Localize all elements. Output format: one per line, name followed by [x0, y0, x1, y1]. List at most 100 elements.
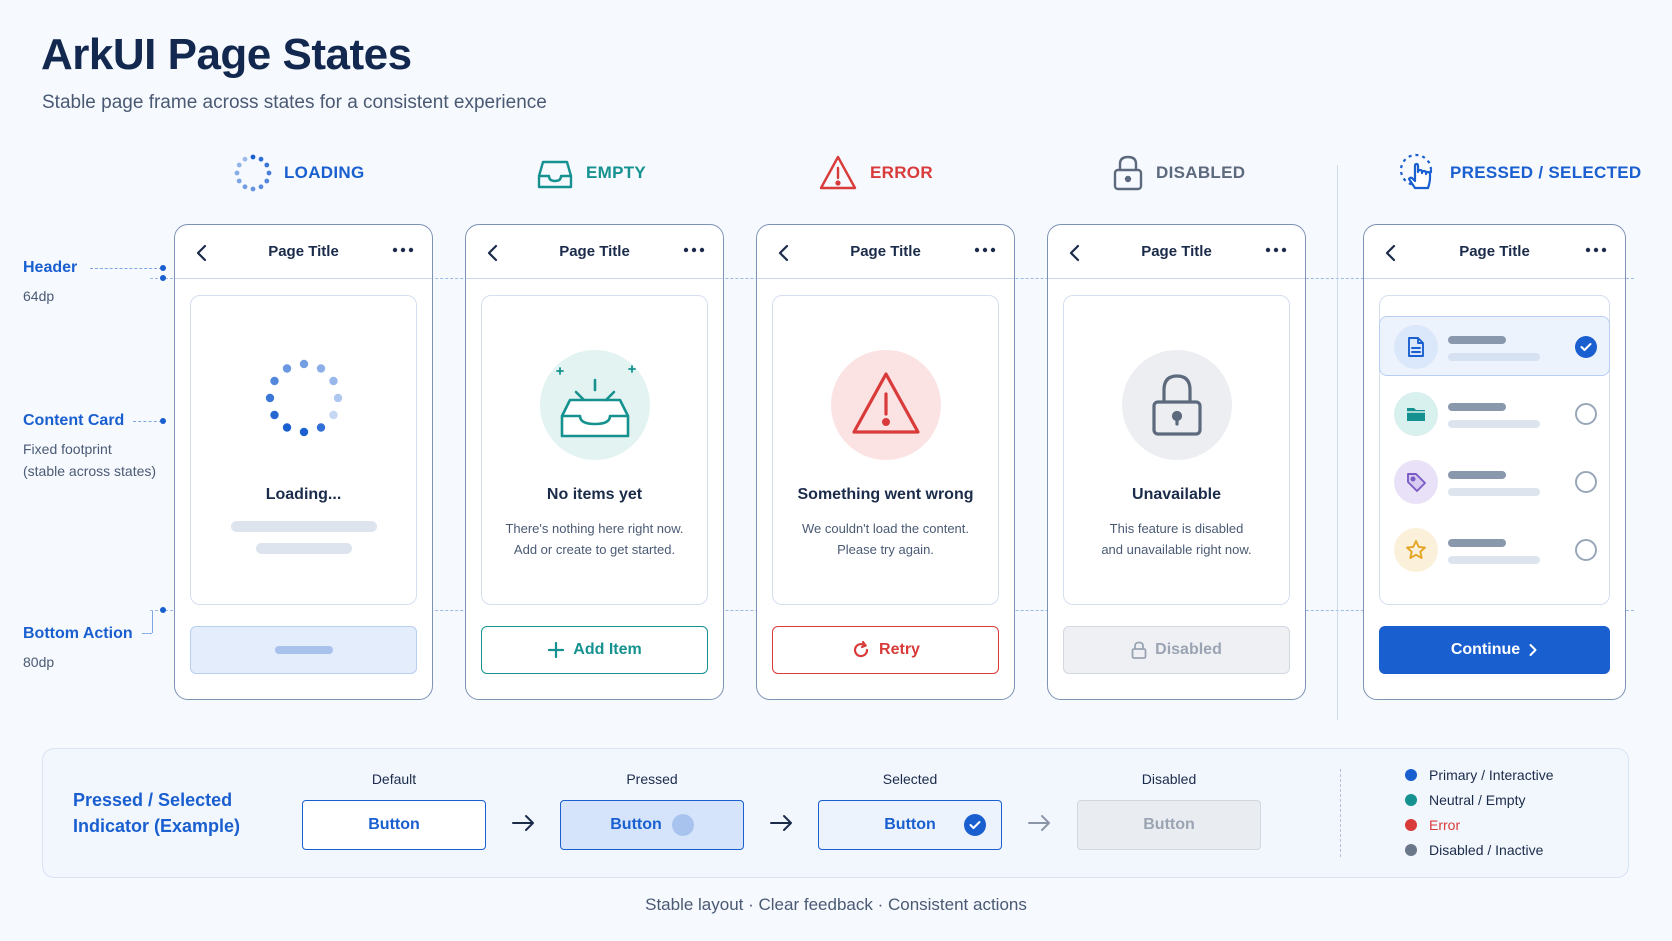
- more-options-icon[interactable]: [974, 244, 996, 256]
- button-default[interactable]: Button: [302, 800, 486, 850]
- legend-dot-primary: [1405, 769, 1417, 781]
- annotation-header-dot: [160, 265, 166, 271]
- press-ripple-icon: [671, 814, 694, 836]
- radio-unselected[interactable]: [1575, 403, 1597, 425]
- content-card: Something went wrong We couldn't load th…: [772, 295, 999, 605]
- lock-icon: [1113, 155, 1143, 191]
- selected-check-icon[interactable]: [1575, 336, 1597, 358]
- phone-disabled: Page Title Unavailable This feature is d…: [1047, 224, 1306, 700]
- button-pressed[interactable]: Button: [560, 800, 744, 850]
- more-options-icon[interactable]: [392, 244, 414, 256]
- selection-icon-badge: [1394, 460, 1438, 504]
- continue-button[interactable]: Continue: [1379, 626, 1610, 674]
- legend-item-neutral: Neutral / Empty: [1405, 792, 1525, 808]
- phone-header: Page Title: [1048, 225, 1305, 279]
- card-title: Loading...: [265, 486, 342, 503]
- arrow-right-icon: [1028, 815, 1050, 831]
- legend-item-primary: Primary / Interactive: [1405, 767, 1553, 783]
- card-message-line2: Please try again.: [837, 542, 934, 557]
- more-options-icon[interactable]: [1585, 244, 1607, 256]
- phone-header: Page Title: [175, 225, 432, 279]
- skeleton-title-line: [1448, 539, 1506, 547]
- annotation-bottom-dot: [160, 607, 166, 613]
- annotation-content-sub2: (stable across states): [23, 463, 157, 479]
- radio-unselected[interactable]: [1575, 471, 1597, 493]
- state-label-pressed-selected: PRESSED / SELECTED: [1450, 163, 1642, 182]
- annotation-header-label: Header: [23, 259, 78, 276]
- add-item-button[interactable]: Add Item: [481, 626, 708, 674]
- lock-icon: [1131, 641, 1147, 659]
- button-pressed-label: Button: [610, 816, 662, 833]
- radio-unselected[interactable]: [1575, 539, 1597, 561]
- card-title: Something went wrong: [797, 486, 974, 503]
- warning-triangle-icon: [819, 155, 857, 190]
- selection-item-star[interactable]: [1380, 520, 1609, 580]
- phone-header: Page Title: [466, 225, 723, 279]
- skeleton-title-line: [1448, 336, 1506, 344]
- disabled-label: Disabled: [1155, 641, 1222, 658]
- disabled-illustration: [1121, 350, 1232, 460]
- retry-label: Retry: [879, 641, 920, 658]
- indicator-panel: Pressed / Selected Indicator (Example) D…: [42, 748, 1629, 878]
- loading-spinner-icon: [234, 154, 272, 192]
- selection-list-card: [1379, 295, 1610, 605]
- annotation-header-sub: 64dp: [23, 288, 55, 304]
- selection-item-tag[interactable]: [1380, 452, 1609, 512]
- phone-header: Page Title: [757, 225, 1014, 279]
- skeleton-sub-line: [1448, 556, 1540, 564]
- loading-action-placeholder: [190, 626, 417, 674]
- selection-icon-badge: [1394, 528, 1438, 572]
- annotation-header-leader: [90, 268, 162, 269]
- skeleton-line-short: [255, 543, 352, 554]
- annotation-bottom-leader: [142, 633, 152, 634]
- card-message-line1: This feature is disabled: [1109, 521, 1244, 536]
- state-label-loading: LOADING: [284, 163, 365, 182]
- document-icon: [1408, 337, 1424, 357]
- refresh-icon: [854, 640, 869, 658]
- skeleton-title-line: [1448, 403, 1506, 411]
- selection-icon-badge: [1394, 392, 1438, 436]
- state-label-disabled: DISABLED: [1156, 163, 1246, 182]
- legend-label-error: Error: [1429, 817, 1461, 833]
- legend-item-error: Error: [1405, 817, 1460, 833]
- arrow-right-icon: [770, 815, 792, 831]
- skeleton-line: [230, 521, 377, 532]
- folder-icon: [1407, 408, 1425, 421]
- content-card: No items yet There's nothing here right …: [481, 295, 708, 605]
- card-title: No items yet: [546, 486, 643, 503]
- lock-icon: [1151, 374, 1202, 436]
- star-icon: [1406, 540, 1426, 559]
- tap-pointer-icon: [1399, 153, 1433, 190]
- annotation-content-dot: [160, 418, 166, 424]
- button-state-label-pressed: Pressed: [626, 771, 678, 787]
- button-selected[interactable]: Button: [818, 800, 1002, 850]
- card-message-line2: and unavailable right now.: [1101, 542, 1252, 557]
- card-title: Unavailable: [1132, 486, 1221, 503]
- more-options-icon[interactable]: [683, 244, 705, 256]
- error-illustration: [830, 350, 941, 460]
- state-header-pressed-selected: PRESSED / SELECTED: [1398, 152, 1642, 194]
- selection-item-document[interactable]: [1379, 316, 1610, 376]
- skeleton-sub-line: [1448, 353, 1540, 361]
- content-card: Loading...: [190, 295, 417, 605]
- phone-loading: Page Title Loading...: [174, 224, 433, 700]
- state-label-error: ERROR: [870, 163, 933, 182]
- annotation-content-leader: [133, 421, 162, 422]
- skeleton-title-line: [1448, 471, 1506, 479]
- annotation-bottom-label: Bottom Action: [23, 625, 133, 642]
- selection-item-folder[interactable]: [1380, 384, 1609, 444]
- card-message: We couldn't load the content. Please try…: [773, 518, 998, 560]
- annotation-bottom-sub: 80dp: [23, 654, 55, 670]
- skeleton-sub-line: [1448, 420, 1540, 428]
- legend-dot-neutral: [1405, 794, 1417, 806]
- legend-item-disabled: Disabled / Inactive: [1405, 842, 1543, 858]
- state-header-loading: LOADING: [234, 152, 364, 194]
- plus-icon: [548, 641, 565, 659]
- card-message-line2: Add or create to get started.: [513, 542, 676, 557]
- content-card: Unavailable This feature is disabled and…: [1063, 295, 1290, 605]
- retry-button[interactable]: Retry: [772, 626, 999, 674]
- legend-label-primary: Primary / Interactive: [1429, 767, 1554, 783]
- card-message-line1: We couldn't load the content.: [801, 521, 970, 536]
- column-divider: [1337, 165, 1338, 720]
- more-options-icon[interactable]: [1265, 244, 1287, 256]
